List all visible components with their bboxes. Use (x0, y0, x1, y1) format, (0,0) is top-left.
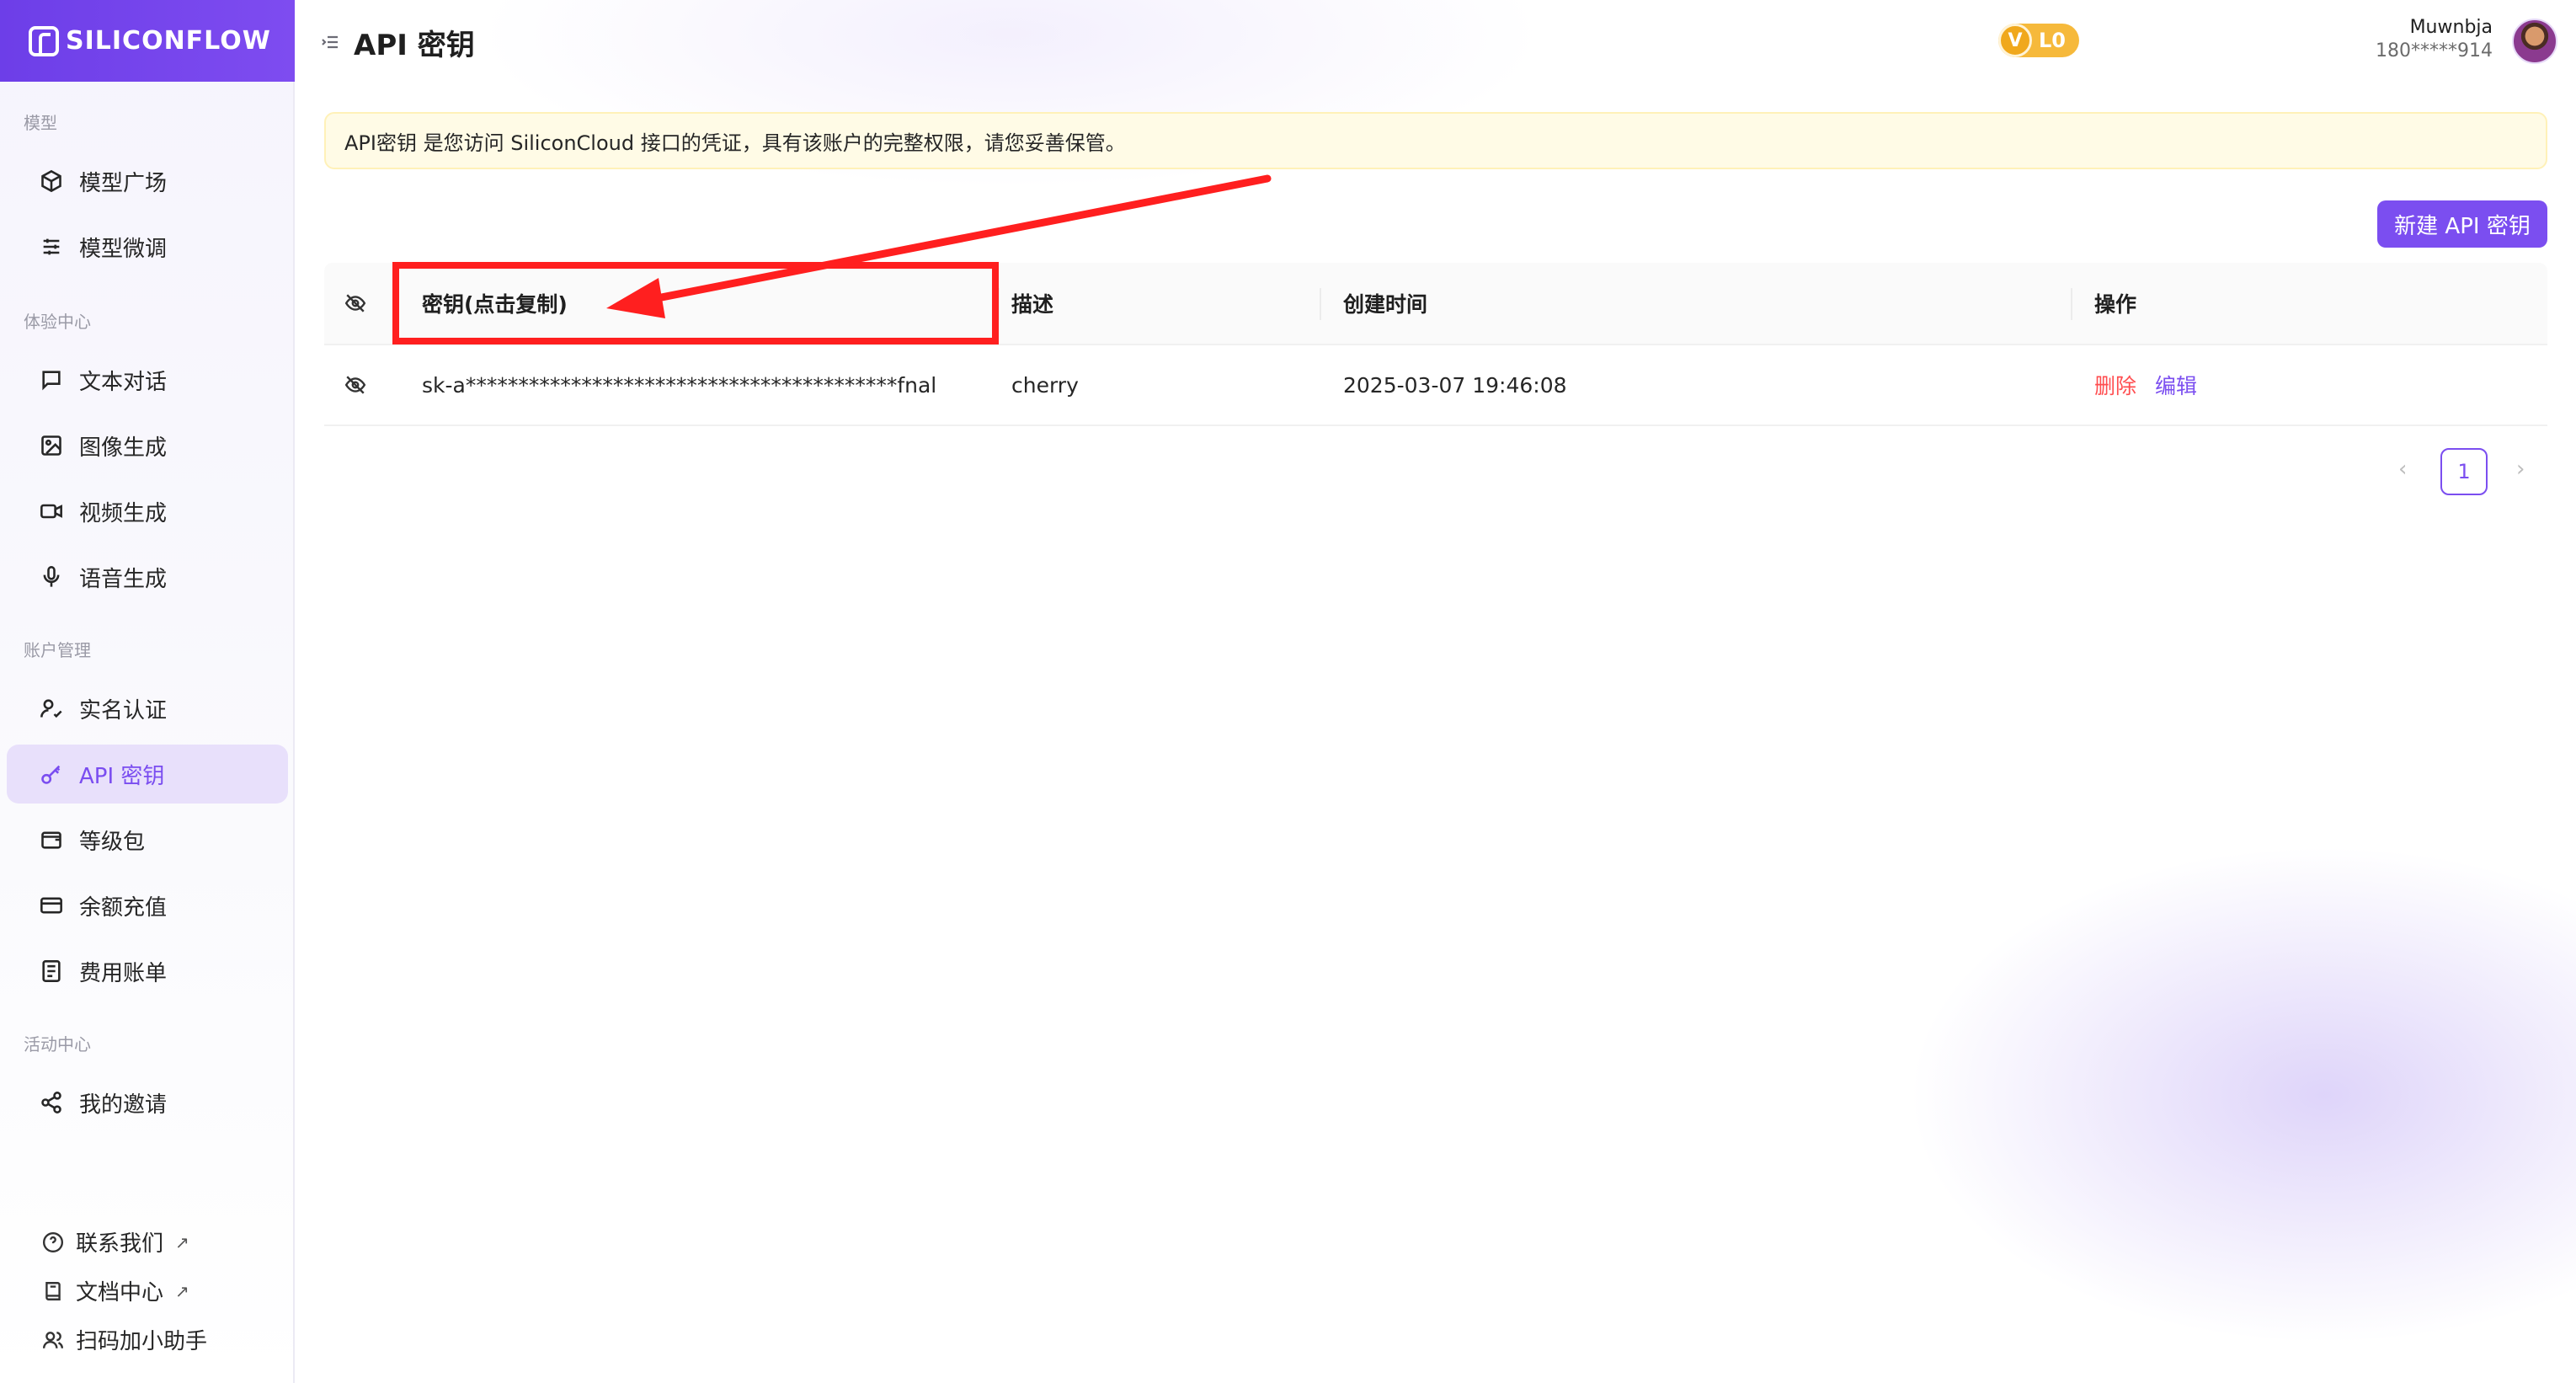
delete-button[interactable]: 删除 (2094, 370, 2136, 400)
eye-off-icon (344, 294, 366, 312)
sidebar-item-label: 余额充值 (79, 894, 168, 921)
row-actions: 删除 编辑 (2094, 345, 2197, 425)
sidebar-item-voice-gen[interactable]: 语音生成 (7, 547, 288, 606)
header-key: 密钥(点击复制) (422, 292, 568, 317)
chat-icon (39, 367, 64, 392)
cube-icon (39, 168, 64, 194)
assistant-qr-label: 扫码加小助手 (76, 1329, 208, 1354)
wallet-icon (39, 827, 64, 852)
assistant-qr-link[interactable]: 扫码加小助手 (42, 1324, 207, 1355)
sliders-icon (39, 234, 64, 259)
page-title: API 密钥 (354, 29, 475, 62)
sidebar-item-verification[interactable]: 实名认证 (7, 679, 288, 738)
sidebar-item-video-gen[interactable]: 视频生成 (7, 482, 288, 541)
sidebar-item-label: 语音生成 (79, 566, 168, 592)
key-created-time: 2025-03-07 19:46:08 (1343, 372, 1567, 398)
column-divider (998, 288, 1000, 320)
users-icon (42, 1331, 64, 1348)
sidebar-item-label: 我的邀请 (79, 1092, 168, 1118)
sidebar-item-billing[interactable]: 费用账单 (7, 942, 288, 1001)
section-playground: 体验中心 (24, 312, 91, 332)
avatar[interactable] (2512, 19, 2557, 64)
docs-center-label: 文档中心 (76, 1280, 164, 1306)
section-activity: 活动中心 (24, 1034, 91, 1055)
info-notice: API密钥 是您访问 SiliconCloud 接口的凭证，具有该账户的完整权限… (324, 112, 2547, 169)
user-phone: 180*****914 (2376, 40, 2493, 61)
book-icon (45, 1281, 61, 1300)
sidebar-item-image-gen[interactable]: 图像生成 (7, 416, 288, 475)
sidebar-item-level-pack[interactable]: 等级包 (7, 810, 288, 869)
next-page-button[interactable]: › (2516, 457, 2525, 482)
menu-fold-icon[interactable] (320, 32, 340, 52)
level-badge[interactable]: V L0 (1998, 24, 2079, 57)
table-header: 密钥(点击复制) 描述 创建时间 操作 (324, 263, 2547, 345)
sidebar-item-label: 视频生成 (79, 500, 168, 526)
sidebar-item-api-keys[interactable]: API 密钥 (7, 745, 288, 804)
sidebar-item-label: 图像生成 (79, 435, 168, 461)
external-link-icon: ↗ (175, 1231, 189, 1252)
toggle-visibility-all[interactable] (344, 263, 366, 344)
header-created: 创建时间 (1343, 292, 1428, 317)
key-description: cherry (1011, 372, 1079, 398)
external-link-icon: ↗ (175, 1280, 189, 1301)
sidebar-item-recharge[interactable]: 余额充值 (7, 876, 288, 935)
section-account: 账户管理 (24, 640, 91, 660)
sidebar-item-label: 费用账单 (79, 960, 168, 986)
sidebar-item-text-chat[interactable]: 文本对话 (7, 350, 288, 409)
eye-off-icon (344, 376, 366, 394)
share-icon (39, 1090, 64, 1115)
sidebar-item-label: 模型微调 (79, 236, 168, 262)
page-number-current[interactable]: 1 (2440, 448, 2488, 495)
docs-center-link[interactable]: 文档中心 ↗ (42, 1275, 189, 1306)
sidebar-item-label: 文本对话 (79, 369, 168, 395)
key-icon (39, 761, 64, 787)
logo[interactable]: SILICONFLOW (0, 0, 295, 82)
logo-text: SILICONFLOW (66, 26, 271, 56)
sidebar-item-model-plaza[interactable]: 模型广场 (7, 152, 288, 211)
header-actions: 操作 (2094, 292, 2137, 317)
section-models: 模型 (24, 113, 57, 133)
sidebar: SILICONFLOW 模型 模型广场 模型微调 体验中心 文本对话 图像生成 … (0, 0, 295, 1383)
sidebar-item-label: 等级包 (79, 829, 146, 855)
user-name: Muwnbja (2409, 17, 2493, 38)
top-header: API 密钥 (295, 0, 2576, 84)
logo-mark-icon (29, 25, 59, 56)
user-check-icon (39, 696, 64, 721)
page-background (0, 0, 2576, 1383)
table-row: sk-a************************************… (324, 345, 2547, 426)
contact-us-link[interactable]: 联系我们 ↗ (42, 1226, 189, 1258)
sidebar-item-label: 模型广场 (79, 170, 168, 196)
edit-button[interactable]: 编辑 (2155, 370, 2197, 400)
prev-page-button[interactable]: ‹ (2398, 457, 2407, 482)
mic-icon (39, 564, 64, 590)
column-divider (1320, 288, 1321, 320)
api-key-value[interactable]: sk-a************************************… (422, 345, 936, 425)
help-icon (42, 1231, 64, 1252)
contact-us-label: 联系我们 (76, 1231, 164, 1257)
sidebar-item-label: API 密钥 (79, 763, 165, 789)
api-key-table: 密钥(点击复制) 描述 创建时间 操作 sk-a****************… (324, 263, 2547, 426)
header-description: 描述 (1011, 292, 1054, 317)
sidebar-item-model-finetune[interactable]: 模型微调 (7, 217, 288, 276)
bill-icon (39, 958, 64, 984)
sidebar-item-invitations[interactable]: 我的邀请 (7, 1073, 288, 1132)
image-icon (39, 433, 64, 458)
new-api-key-button[interactable]: 新建 API 密钥 (2377, 200, 2547, 248)
sidebar-item-label: 实名认证 (79, 697, 168, 724)
level-label: L0 (2039, 29, 2066, 52)
notice-text: API密钥 是您访问 SiliconCloud 接口的凭证，具有该账户的完整权限… (344, 131, 1126, 155)
level-v-icon: V (1998, 24, 2032, 57)
video-icon (39, 499, 64, 524)
column-divider (2071, 288, 2072, 320)
toggle-visibility-row[interactable] (344, 345, 366, 425)
card-icon (39, 893, 64, 918)
